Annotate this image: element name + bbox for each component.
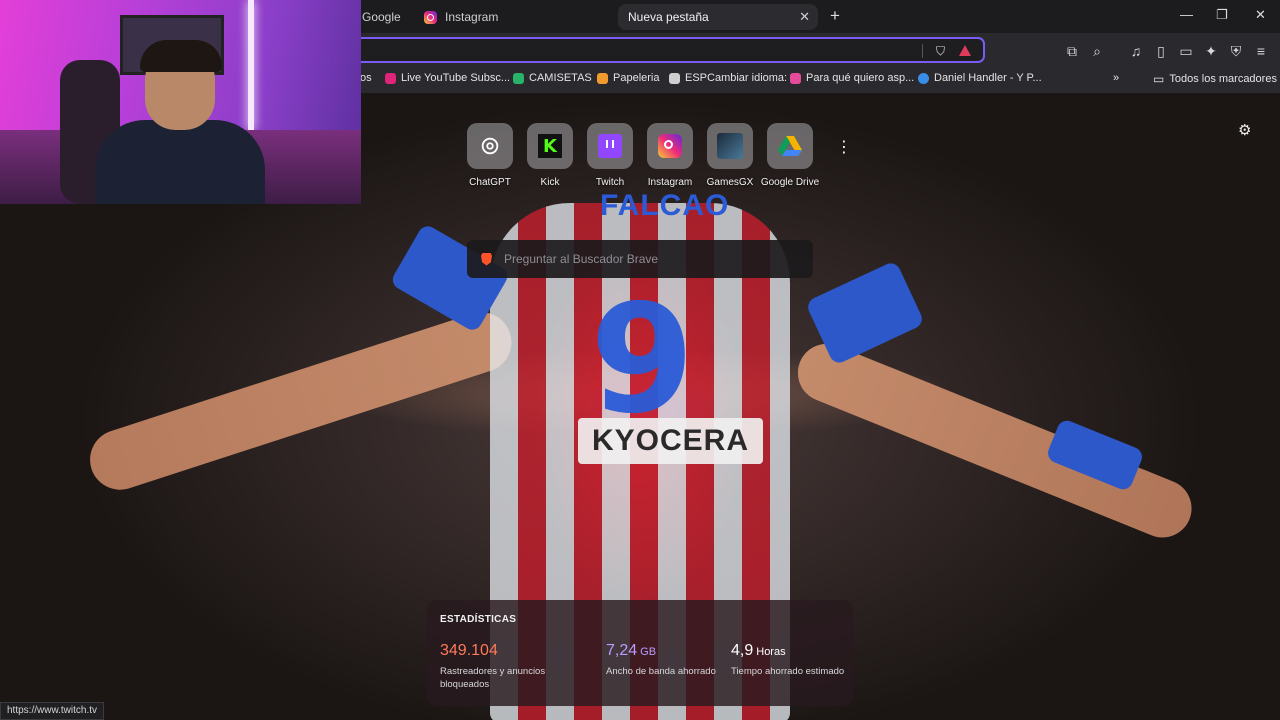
brave-search-box[interactable] bbox=[467, 240, 813, 278]
tab-new-tab[interactable]: Nueva pestaña ✕ bbox=[618, 4, 818, 30]
chatgpt-icon bbox=[513, 72, 524, 84]
stat-description: Ancho de banda ahorrado bbox=[606, 666, 716, 677]
tab-label: Instagram bbox=[445, 10, 499, 24]
address-bar-divider bbox=[922, 44, 923, 58]
stats-widget: ESTADÍSTICAS 349.104 Rastreadores y anun… bbox=[427, 600, 853, 706]
brave-shields-icon[interactable]: ⛉ bbox=[936, 44, 945, 59]
kick-icon: K bbox=[527, 123, 573, 169]
stat-bandwidth-saved: 7,24 GB Ancho de banda ahorrado bbox=[606, 642, 726, 678]
tab-label: Nueva pestaña bbox=[628, 10, 709, 24]
status-url-bubble: https://www.twitch.tv bbox=[0, 702, 105, 720]
webcam-overlay bbox=[0, 0, 361, 204]
extensions-icon[interactable]: ⧉ bbox=[1064, 43, 1080, 60]
top-site-kick[interactable]: K Kick bbox=[520, 123, 580, 188]
leo-ai-icon[interactable]: ✦ bbox=[1203, 43, 1219, 60]
stat-description: Rastreadores y anuncios bloqueados bbox=[440, 666, 546, 690]
tab-label: Google bbox=[362, 10, 401, 24]
top-site-gamesgx[interactable]: GamesGX bbox=[700, 123, 760, 188]
top-site-google-drive[interactable]: Google Drive bbox=[760, 123, 820, 188]
stat-value: 349.104 bbox=[440, 642, 498, 659]
stats-title: ESTADÍSTICAS bbox=[440, 614, 517, 625]
stat-trackers-blocked: 349.104 Rastreadores y anuncios bloquead… bbox=[440, 642, 560, 691]
bookmark-item[interactable]: Papeleria bbox=[597, 72, 659, 84]
site-icon bbox=[669, 72, 680, 84]
vpn-icon[interactable]: ⛨ bbox=[1228, 43, 1244, 60]
instagram-icon bbox=[647, 123, 693, 169]
instagram-icon bbox=[424, 10, 437, 24]
bookmark-label: Daniel Handler - Y P... bbox=[934, 72, 1042, 84]
window-close-icon[interactable]: ✕ bbox=[1255, 7, 1266, 23]
brave-rewards-icon[interactable] bbox=[959, 45, 971, 56]
bookmark-item[interactable]: ESPCambiar idioma: bbox=[669, 72, 787, 84]
bookmarks-overflow-chevron-icon[interactable]: » bbox=[1113, 72, 1119, 84]
top-sites: ChatGPT K Kick Twitch Instagram GamesGX bbox=[466, 123, 852, 193]
background-photo-arm-left bbox=[82, 304, 520, 498]
bookmark-item[interactable]: Daniel Handler - Y P... bbox=[918, 72, 1042, 84]
youtube-icon bbox=[385, 72, 396, 84]
bookmark-label: Papeleria bbox=[613, 72, 660, 84]
new-tab-button[interactable]: + bbox=[830, 6, 840, 26]
page-search-icon[interactable]: ⌕ bbox=[1089, 43, 1105, 60]
webcam-person-body bbox=[95, 120, 265, 204]
bookmark-label: os bbox=[360, 72, 372, 84]
bookmark-label: Para qué quiero asp... bbox=[806, 72, 915, 84]
webcam-light-strip bbox=[248, 0, 254, 130]
bookmark-label: CAMISETAS bbox=[529, 72, 592, 84]
bookmark-label: ESPCambiar idioma: bbox=[685, 72, 788, 84]
stat-value: 4,9 bbox=[731, 642, 754, 659]
bookmark-item[interactable]: Live YouTube Subsc... bbox=[385, 72, 510, 84]
wallet-icon[interactable]: ▭ bbox=[1178, 43, 1194, 60]
openai-icon bbox=[467, 123, 513, 169]
all-bookmarks-label: Todos los marcadores bbox=[1169, 73, 1277, 85]
top-site-label: GamesGX bbox=[706, 177, 754, 188]
stat-unit: GB bbox=[640, 646, 657, 658]
google-drive-icon bbox=[767, 123, 813, 169]
amazon-icon bbox=[597, 72, 608, 84]
background-shirt-name: FALCAO bbox=[600, 189, 730, 222]
top-site-chatgpt[interactable]: ChatGPT bbox=[460, 123, 520, 188]
stat-unit: Horas bbox=[756, 646, 786, 658]
more-options-icon[interactable]: ⋮ bbox=[836, 137, 852, 157]
bookmark-item[interactable]: Para qué quiero asp... bbox=[790, 72, 914, 84]
webcam-person-hair bbox=[140, 40, 222, 72]
top-site-label: ChatGPT bbox=[469, 177, 511, 188]
address-bar[interactable]: ⛉ bbox=[340, 37, 985, 63]
top-site-instagram[interactable]: Instagram bbox=[640, 123, 700, 188]
onedrive-icon bbox=[918, 72, 929, 84]
top-site-label: Instagram bbox=[647, 177, 693, 188]
folder-icon: ▭ bbox=[1153, 72, 1165, 86]
top-site-twitch[interactable]: Twitch bbox=[580, 123, 640, 188]
brave-logo-icon bbox=[481, 252, 492, 266]
close-icon[interactable]: ✕ bbox=[799, 9, 810, 25]
tab-instagram[interactable]: Instagram bbox=[414, 4, 508, 30]
minimize-icon[interactable]: — bbox=[1180, 7, 1193, 22]
sidebar-icon[interactable]: ▯ bbox=[1153, 43, 1169, 60]
twitch-icon bbox=[587, 123, 633, 169]
search-input[interactable] bbox=[504, 252, 784, 266]
top-site-label: Twitch bbox=[595, 177, 625, 188]
stat-value: 7,24 bbox=[606, 642, 638, 659]
restore-icon[interactable]: ❐ bbox=[1216, 7, 1228, 23]
media-icon[interactable]: ♫ bbox=[1128, 43, 1144, 59]
top-site-label: Kick bbox=[540, 177, 560, 188]
gamesgx-icon bbox=[707, 123, 753, 169]
background-photo-arm-right bbox=[789, 335, 1201, 547]
stat-description: Tiempo ahorrado estimado bbox=[731, 666, 845, 677]
gear-icon[interactable]: ⚙ bbox=[1238, 121, 1251, 139]
background-shirt-sponsor: KYOCERA bbox=[578, 418, 764, 464]
top-site-label: Google Drive bbox=[760, 177, 820, 188]
bookmark-item[interactable]: os bbox=[360, 72, 372, 84]
menu-icon[interactable]: ≡ bbox=[1253, 43, 1269, 59]
bookmark-label: Live YouTube Subsc... bbox=[401, 72, 511, 84]
all-bookmarks-button[interactable]: ▭ Todos los marcadores bbox=[1153, 72, 1277, 86]
stat-time-saved: 4,9 Horas Tiempo ahorrado estimado bbox=[731, 642, 851, 678]
bookmark-item[interactable]: CAMISETAS bbox=[513, 72, 592, 84]
site-icon bbox=[790, 72, 801, 84]
